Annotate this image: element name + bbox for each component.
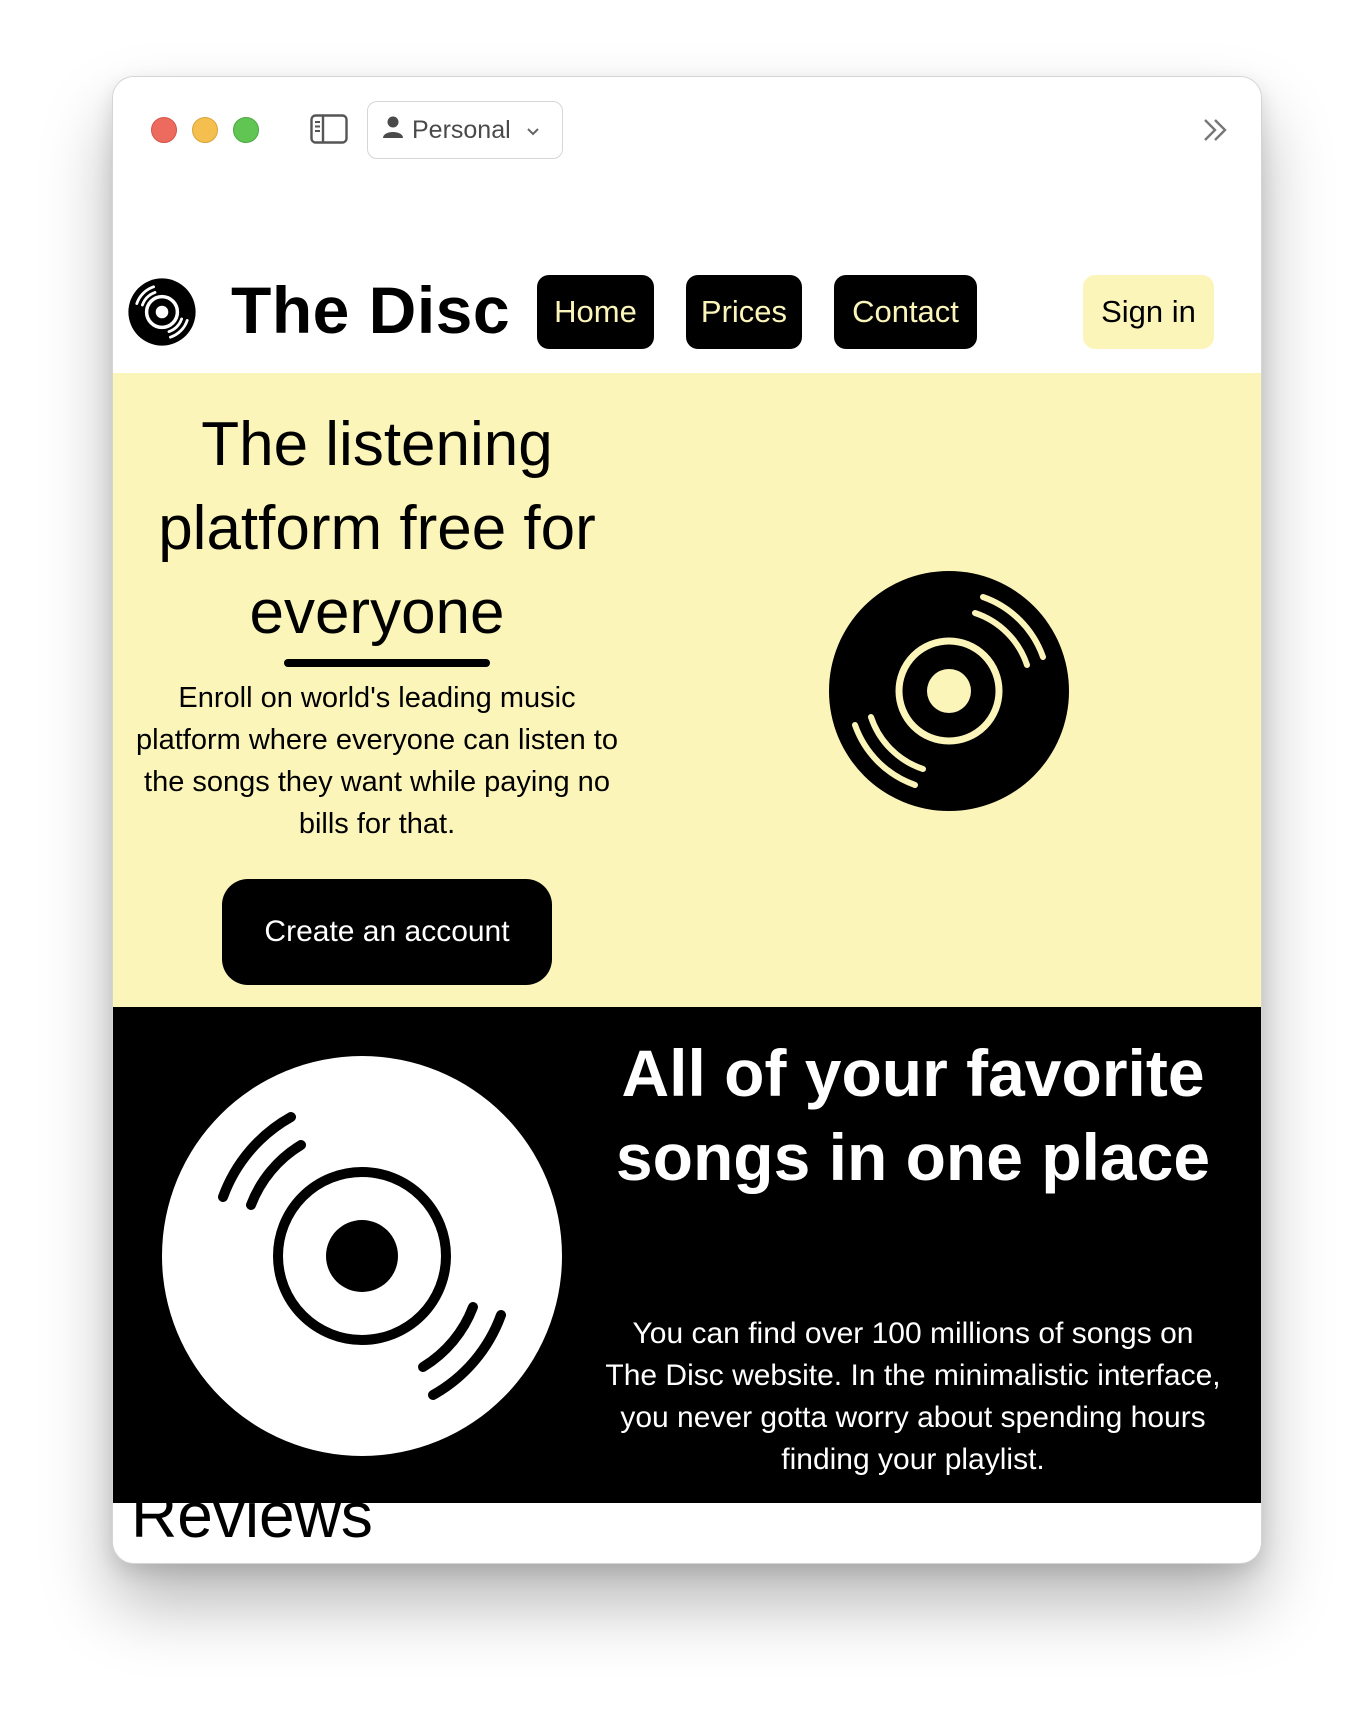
nav-contact-button[interactable]: Contact [834, 275, 977, 349]
sign-in-button[interactable]: Sign in [1083, 275, 1214, 349]
hero-section: The listening platform free for everyone… [113, 373, 1261, 1007]
reviews-heading: Reviews [131, 1479, 373, 1551]
feature-section: All of your favorite songs in one place … [113, 1007, 1261, 1503]
hero-description: Enroll on world's leading music platform… [136, 682, 618, 840]
nav-prices-button[interactable]: Prices [686, 275, 802, 349]
create-account-button[interactable]: Create an account [222, 879, 552, 985]
feature-title: All of your favorite songs in one place [615, 1036, 1211, 1194]
site-header: The Disc Home Prices Contact Sign in [113, 77, 1261, 373]
vinyl-disc-icon [827, 569, 1071, 813]
vinyl-disc-icon [161, 1055, 563, 1457]
hero-divider [284, 659, 490, 667]
hero-title: The listening platform free for everyone [158, 410, 596, 647]
nav-home-button[interactable]: Home [537, 275, 654, 349]
brand-name[interactable]: The Disc [231, 273, 510, 347]
screen: Personal The Disc Home Prices Contact Si… [0, 0, 1372, 1710]
browser-window: Personal The Disc Home Prices Contact Si… [112, 76, 1262, 1564]
feature-description: You can find over 100 millions of songs … [605, 1317, 1221, 1476]
disc-logo-icon[interactable] [127, 277, 197, 347]
